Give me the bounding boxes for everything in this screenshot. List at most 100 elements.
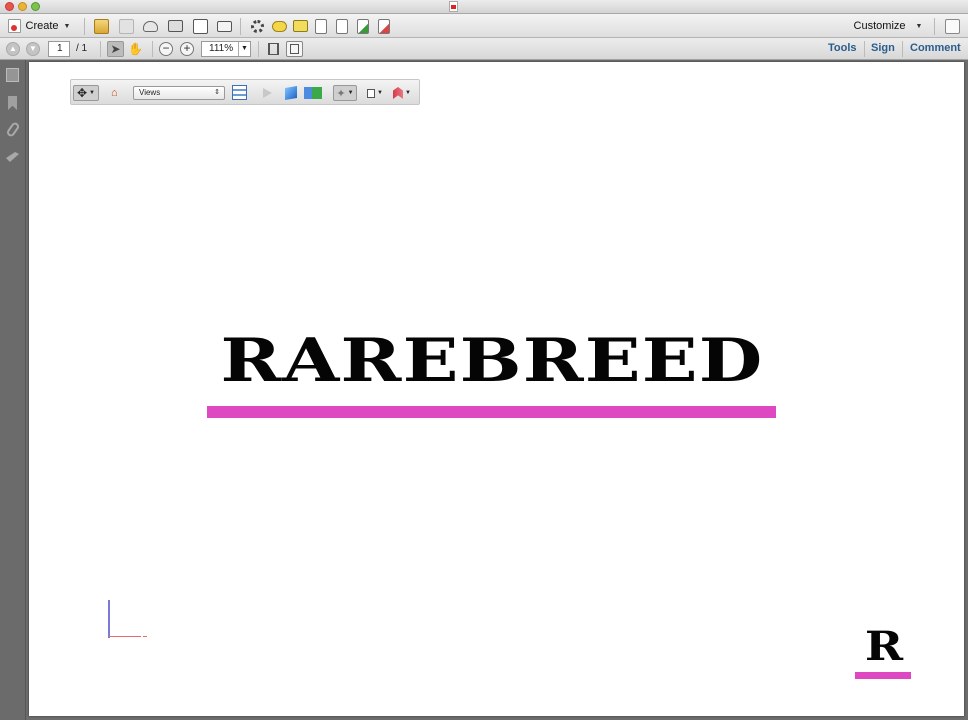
open-folder-icon bbox=[93, 18, 109, 34]
settings-button[interactable] bbox=[248, 17, 266, 35]
sign-pane-link[interactable]: Sign bbox=[871, 42, 895, 54]
chevron-down-icon: ▼ bbox=[347, 90, 354, 96]
fit-width-button[interactable] bbox=[265, 41, 282, 57]
brand-monogram: R bbox=[864, 623, 904, 670]
pdf-document-icon bbox=[449, 1, 458, 12]
close-window-button[interactable] bbox=[5, 2, 14, 11]
wordmark-underline bbox=[207, 406, 776, 418]
lighting-button[interactable]: ✦ ▼ bbox=[333, 85, 357, 101]
open-button[interactable] bbox=[92, 17, 110, 35]
page-stamp-icon bbox=[315, 18, 327, 34]
cursor-arrow-icon: ➤ bbox=[110, 42, 121, 56]
pages-icon[interactable] bbox=[6, 68, 19, 82]
rotate-tool-button[interactable]: ✥ ▼ bbox=[73, 85, 99, 101]
next-page-button[interactable]: ▼ bbox=[26, 42, 40, 56]
page-count: / 1 bbox=[76, 43, 88, 54]
page-search-button[interactable] bbox=[333, 17, 351, 35]
background-color-button[interactable]: ▼ bbox=[367, 85, 383, 101]
zoom-level-value: 111% bbox=[209, 43, 234, 54]
render-mode-button[interactable] bbox=[304, 87, 322, 99]
page-number-input[interactable]: 1 bbox=[48, 41, 70, 57]
save-icon bbox=[118, 18, 134, 34]
chevron-down-icon: ▼ bbox=[89, 90, 95, 96]
sign-document-button[interactable] bbox=[375, 17, 393, 35]
brand-wordmark: RAREBREED bbox=[220, 326, 764, 396]
customize-button[interactable]: Customize ▼ bbox=[852, 17, 924, 35]
page-export-icon bbox=[357, 18, 369, 34]
minus-icon: − bbox=[162, 41, 170, 55]
hand-icon: ✋ bbox=[128, 42, 143, 56]
toolbar-divider bbox=[902, 41, 903, 57]
document-page: ✥ ▼ ⌂ Views ⇕ ✦ ▼ ▼ ▼ RAREBREED R bbox=[29, 62, 964, 716]
toolbar-divider bbox=[934, 18, 935, 35]
edit-button[interactable] bbox=[191, 17, 209, 35]
window-titlebar bbox=[0, 0, 968, 14]
upload-button[interactable] bbox=[141, 17, 159, 35]
background-swatch-icon bbox=[367, 88, 376, 98]
toolbar-divider bbox=[84, 18, 85, 35]
create-pdf-icon bbox=[7, 19, 21, 33]
comment-pane-link[interactable]: Comment bbox=[910, 42, 961, 54]
full-screen-button[interactable] bbox=[943, 17, 961, 35]
print-button[interactable] bbox=[166, 17, 184, 35]
toolbar-divider bbox=[240, 18, 241, 35]
chevron-down-icon[interactable]: ▼ bbox=[238, 42, 250, 56]
email-button[interactable] bbox=[215, 17, 233, 35]
model-tree-button[interactable] bbox=[232, 85, 247, 100]
views-select-label: Views bbox=[139, 88, 161, 97]
default-view-button[interactable]: ⌂ bbox=[111, 85, 125, 101]
expand-icon bbox=[944, 18, 960, 34]
comment-button[interactable] bbox=[270, 17, 288, 35]
minimize-window-button[interactable] bbox=[18, 2, 27, 11]
settings-icon bbox=[250, 19, 264, 33]
bookmark-icon[interactable] bbox=[8, 96, 17, 110]
hand-tool-button[interactable]: ✋ bbox=[127, 41, 144, 57]
views-select[interactable]: Views ⇕ bbox=[133, 86, 225, 100]
move-arrows-icon: ✥ bbox=[76, 86, 88, 100]
3d-toolbar: ✥ ▼ ⌂ Views ⇕ ✦ ▼ ▼ ▼ bbox=[70, 79, 420, 105]
toolbar-divider bbox=[864, 41, 865, 57]
cloud-upload-icon bbox=[142, 20, 158, 32]
fit-page-button[interactable] bbox=[286, 41, 303, 57]
3d-axis-x-tip bbox=[143, 636, 147, 637]
zoom-out-button[interactable]: − bbox=[159, 42, 173, 56]
cross-section-icon bbox=[393, 87, 404, 99]
home-icon: ⌂ bbox=[111, 87, 118, 99]
navigation-toolbar: ▲ ▼ 1 / 1 ➤ ✋ − + 111% ▼ Tools Sign Comm… bbox=[0, 38, 968, 60]
select-tool-button[interactable]: ➤ bbox=[107, 41, 124, 57]
signature-icon[interactable] bbox=[6, 152, 19, 162]
email-icon bbox=[216, 20, 232, 32]
fit-page-icon bbox=[290, 44, 299, 54]
tools-pane-link[interactable]: Tools bbox=[828, 42, 857, 54]
toolbar-divider bbox=[152, 41, 153, 57]
chevron-down-icon: ▼ bbox=[405, 90, 411, 96]
create-button[interactable]: Create ▼ bbox=[6, 17, 72, 35]
navigation-sidebar bbox=[0, 60, 26, 720]
play-animation-button[interactable] bbox=[263, 88, 272, 98]
comment-bubble-icon bbox=[271, 20, 287, 32]
zoom-in-button[interactable]: + bbox=[180, 42, 194, 56]
edit-icon bbox=[192, 18, 208, 34]
monogram-underline bbox=[855, 672, 911, 679]
projection-button[interactable] bbox=[285, 85, 297, 101]
export-button[interactable] bbox=[354, 17, 372, 35]
highlight-icon bbox=[292, 20, 308, 32]
3d-axis-x bbox=[109, 636, 141, 637]
stamp-button[interactable] bbox=[312, 17, 330, 35]
chevron-down-icon: ▼ bbox=[915, 22, 923, 30]
print-icon bbox=[167, 20, 183, 32]
page-search-icon bbox=[336, 18, 348, 34]
zoom-level-field[interactable]: 111% ▼ bbox=[201, 41, 251, 57]
toolbar-divider bbox=[258, 41, 259, 57]
page-sign-icon bbox=[378, 18, 390, 34]
cross-section-button[interactable]: ▼ bbox=[393, 85, 411, 101]
toolbar-divider bbox=[100, 41, 101, 57]
main-toolbar: Create ▼ Customize ▼ bbox=[0, 14, 968, 38]
previous-page-button[interactable]: ▲ bbox=[6, 42, 20, 56]
attachment-icon[interactable] bbox=[5, 121, 21, 138]
create-button-label: Create bbox=[25, 20, 59, 32]
fit-width-icon bbox=[268, 43, 279, 55]
highlight-button[interactable] bbox=[291, 17, 309, 35]
zoom-window-button[interactable] bbox=[31, 2, 40, 11]
save-button[interactable] bbox=[117, 17, 135, 35]
